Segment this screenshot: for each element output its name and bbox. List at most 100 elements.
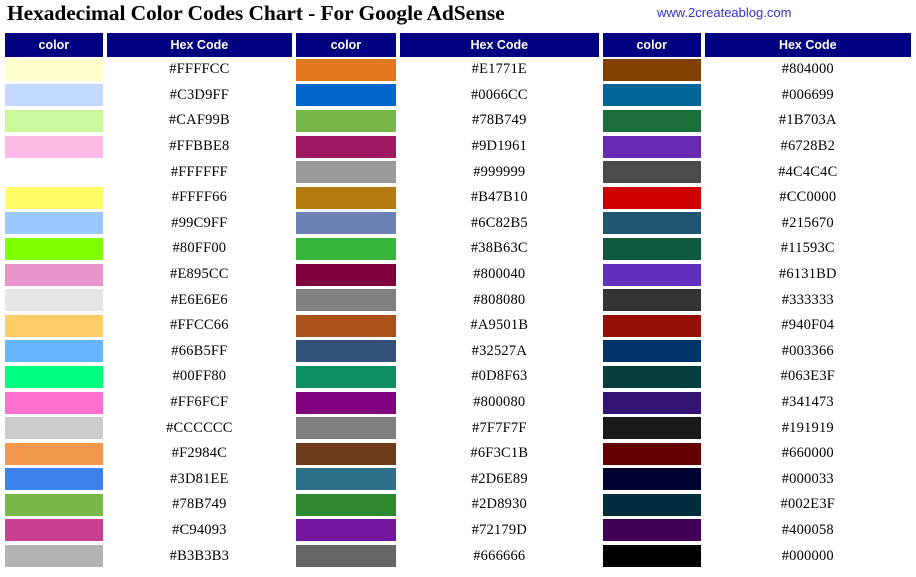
table-row: #E6E6E6 #808080 #333333	[5, 287, 911, 313]
color-swatch-cell	[296, 211, 396, 237]
color-swatch	[5, 186, 103, 209]
column-header-hex-1: Hex Code	[106, 33, 293, 57]
hex-code-cell: #0066CC	[470, 86, 528, 103]
color-swatch-cell	[296, 518, 396, 544]
color-swatch-cell	[5, 390, 103, 416]
color-swatch-cell	[5, 185, 103, 211]
table-row: #E895CC #800040 #6131BD	[5, 262, 911, 288]
color-swatch-cell	[296, 390, 396, 416]
hex-code-cell: #C3D9FF	[169, 86, 230, 103]
table-header-row: color Hex Code color Hex Code color Hex …	[5, 33, 911, 57]
table-row: #78B749 #2D8930 #002E3F	[5, 492, 911, 518]
table-body: color Hex Code color Hex Code color Hex …	[5, 33, 911, 569]
hex-code-cell: #FFFF66	[171, 189, 228, 206]
color-swatch-cell	[602, 467, 701, 493]
hex-code-cell: #00FF80	[172, 368, 227, 385]
column-header-hex-2: Hex Code	[399, 33, 599, 57]
color-swatch	[5, 263, 103, 286]
color-swatch	[5, 493, 103, 516]
color-swatch	[296, 212, 396, 235]
hex-code-cell: #002E3F	[780, 496, 836, 513]
hex-code-cell: #32527A	[471, 342, 527, 359]
hex-code-cell: #333333	[781, 291, 834, 308]
hex-code-cell: #B3B3B3	[169, 547, 230, 564]
color-swatch	[602, 186, 701, 209]
color-swatch	[5, 468, 103, 491]
color-swatch	[602, 545, 701, 568]
color-swatch-cell	[602, 441, 701, 467]
hex-code-cell: #99C9FF	[171, 214, 228, 231]
color-swatch	[296, 519, 396, 542]
hex-code-cell: #400058	[781, 521, 834, 538]
color-swatch-cell	[296, 287, 396, 313]
table-row: #99C9FF #6C82B5 #215670	[5, 211, 911, 237]
color-swatch-cell	[296, 185, 396, 211]
color-swatch-cell	[5, 467, 103, 493]
color-swatch	[5, 365, 103, 388]
color-swatch-cell	[602, 492, 701, 518]
color-swatch-cell	[602, 364, 701, 390]
color-swatch	[5, 161, 103, 184]
color-swatch-cell	[296, 364, 396, 390]
color-swatch	[602, 58, 701, 81]
color-swatch-cell	[296, 262, 396, 288]
hex-code-cell: #2D8930	[471, 496, 527, 513]
color-swatch	[602, 365, 701, 388]
hex-code-cell: #6F3C1B	[470, 445, 529, 462]
color-swatch	[296, 365, 396, 388]
hex-code-cell: #6C82B5	[470, 214, 528, 231]
column-header-hex-3: Hex Code	[704, 33, 911, 57]
hex-code-cell: #66B5FF	[171, 342, 228, 359]
page-title: Hexadecimal Color Codes Chart - For Goog…	[7, 1, 505, 25]
color-swatch-cell	[5, 57, 103, 83]
color-swatch-cell	[602, 313, 701, 339]
color-swatch	[5, 135, 103, 158]
color-swatch	[5, 545, 103, 568]
color-swatch-cell	[602, 134, 701, 160]
color-swatch-cell	[5, 415, 103, 441]
color-swatch-cell	[5, 441, 103, 467]
color-swatch-cell	[5, 134, 103, 160]
color-swatch-cell	[5, 492, 103, 518]
color-swatch-cell	[602, 83, 701, 109]
hex-code-cell: #341473	[781, 394, 834, 411]
color-swatch	[296, 442, 396, 465]
color-swatch	[5, 417, 103, 440]
color-swatch-cell	[5, 339, 103, 365]
color-swatch	[296, 468, 396, 491]
color-swatch	[296, 84, 396, 107]
table-row: #FFFFFF #999999 #4C4C4C	[5, 159, 911, 185]
color-swatch	[602, 314, 701, 337]
hex-code-cell: #72179D	[471, 521, 527, 538]
hex-code-cell: #CC0000	[779, 189, 837, 206]
color-swatch-cell	[5, 236, 103, 262]
color-swatch-cell	[5, 364, 103, 390]
color-swatch	[296, 237, 396, 260]
hex-code-cell: #FFFFCC	[169, 61, 230, 78]
hex-code-cell: #660000	[781, 445, 834, 462]
color-swatch	[296, 161, 396, 184]
hex-code-cell: #003366	[781, 342, 834, 359]
color-swatch-cell	[5, 211, 103, 237]
hex-code-cell: #800040	[473, 266, 526, 283]
hex-code-cell: #A9501B	[470, 317, 529, 334]
color-swatch	[296, 186, 396, 209]
table-row: #3D81EE #2D6E89 #000033	[5, 467, 911, 493]
hex-code-cell: #C94093	[172, 521, 227, 538]
color-swatch	[602, 109, 701, 132]
color-swatch	[602, 442, 701, 465]
color-swatch	[5, 519, 103, 542]
hex-code-cell: #063E3F	[780, 368, 836, 385]
hex-code-cell: #804000	[781, 61, 834, 78]
table-row: #F2984C #6F3C1B #660000	[5, 441, 911, 467]
color-swatch	[296, 417, 396, 440]
site-url-link[interactable]: www.2createablog.com	[657, 5, 791, 20]
hex-code-cell: #FF6FCF	[170, 394, 229, 411]
color-swatch	[5, 289, 103, 312]
hex-code-cell: #006699	[781, 86, 834, 103]
color-swatch	[296, 340, 396, 363]
hex-code-cell: #78B749	[172, 496, 227, 513]
hex-code-cell: #808080	[473, 291, 526, 308]
hex-code-cell: #E1771E	[471, 61, 527, 78]
color-swatch-cell	[296, 57, 396, 83]
